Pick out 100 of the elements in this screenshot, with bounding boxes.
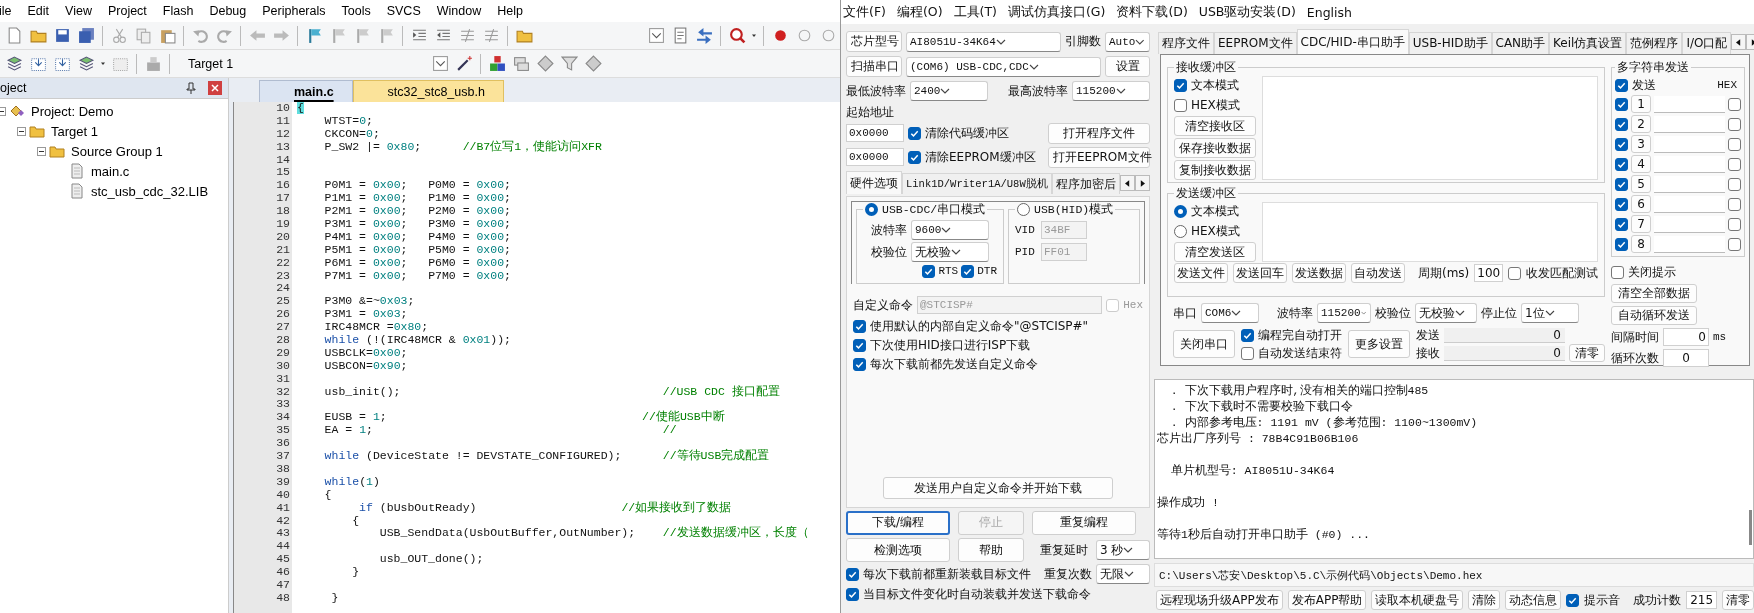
footer-button[interactable]: 发布APP帮助 (1287, 590, 1367, 610)
collapse-toggle[interactable] (37, 146, 46, 156)
baud-dropdown[interactable]: 115200 (1072, 81, 1150, 101)
pin-count-dropdown[interactable]: Auto (1105, 31, 1150, 52)
funnel-icon[interactable] (560, 55, 578, 72)
menu-item[interactable]: Tools (333, 4, 379, 18)
text-field[interactable] (1654, 155, 1725, 173)
text-field[interactable] (1654, 215, 1725, 233)
send-number-button[interactable]: 5 (1631, 175, 1651, 193)
build-icon[interactable] (29, 55, 47, 72)
checkbox[interactable] (1728, 117, 1741, 131)
menu-item[interactable]: SVCS (378, 4, 429, 18)
checkbox[interactable] (961, 264, 975, 278)
text-field[interactable] (1654, 175, 1725, 193)
windows-icon[interactable] (512, 55, 530, 72)
text-field[interactable] (1654, 195, 1725, 213)
tab[interactable]: CAN助手 (1491, 32, 1550, 54)
chip-model-button[interactable]: 芯片型号 (846, 31, 902, 52)
close-port-button[interactable]: 关闭串口 (1173, 330, 1235, 358)
text-field[interactable] (1654, 235, 1725, 253)
radio-button[interactable] (1174, 224, 1187, 238)
loop-count-field[interactable]: 0 (1663, 349, 1709, 367)
repeat-count-dropdown[interactable]: 无限 (1096, 564, 1150, 584)
checkbox[interactable] (1615, 78, 1628, 92)
checkbox[interactable] (1615, 177, 1628, 191)
menu-item[interactable]: Peripherals (254, 4, 334, 18)
open-file-button[interactable]: 打开程序文件 (1048, 122, 1150, 144)
send-number-button[interactable]: 2 (1631, 115, 1651, 133)
diamond-icon[interactable] (536, 55, 554, 72)
checkbox[interactable] (853, 357, 866, 371)
open-file-button[interactable]: 打开EEPROM文件 (1048, 146, 1150, 168)
tab[interactable]: 硬件选项 (846, 171, 902, 194)
send-number-button[interactable]: 6 (1631, 195, 1651, 213)
settings-button[interactable]: 设置 (1105, 56, 1150, 77)
checkbox[interactable] (846, 567, 859, 581)
pin-icon[interactable] (186, 82, 196, 94)
checkbox[interactable] (1728, 237, 1741, 251)
more-settings-button[interactable]: 更多设置 (1348, 330, 1410, 358)
arrows-icon[interactable] (695, 27, 713, 44)
receive-button[interactable]: 保存接收数据 (1174, 138, 1256, 158)
menu-item[interactable]: 调试仿真接口(G) (1007, 3, 1106, 21)
checkbox[interactable] (1728, 217, 1741, 231)
menu-item[interactable]: 工具(T) (953, 3, 997, 21)
tree-item[interactable]: main.c (91, 163, 130, 179)
send-command-button[interactable]: 发送用户自定义命令并开始下载 (883, 477, 1113, 499)
menu-item[interactable]: Debug (201, 4, 255, 18)
tree-item[interactable]: stc_usb_cdc_32.LIB (91, 183, 209, 199)
menu-item[interactable]: English (1306, 4, 1352, 20)
checkbox[interactable] (1728, 137, 1741, 151)
action-button[interactable]: 帮助 (958, 538, 1024, 562)
checkbox[interactable] (1615, 197, 1628, 211)
diamond-icon[interactable] (584, 55, 602, 72)
baud-dropdown[interactable]: 9600 (911, 220, 989, 240)
comment-lines-icon[interactable] (458, 27, 476, 44)
menu-item[interactable]: 资料下载(D) (1116, 3, 1188, 21)
save-all-icon[interactable] (77, 27, 95, 44)
tab[interactable]: Link1D/Writer1A/U8W脱机 (902, 173, 1052, 194)
checkbox[interactable] (908, 126, 921, 140)
address-field[interactable]: 0x0000 (846, 124, 904, 142)
send-button[interactable]: 发送数据 (1292, 263, 1346, 283)
clipboard-icon[interactable] (158, 27, 176, 44)
footer-button[interactable]: 读取本机硬盘号 (1371, 590, 1464, 610)
checkbox[interactable] (1615, 117, 1628, 131)
magic-wand-icon[interactable] (455, 55, 473, 72)
target-name[interactable]: Target 1 (174, 56, 428, 71)
checkbox[interactable] (1241, 346, 1254, 360)
checkbox[interactable] (922, 264, 936, 278)
menu-item[interactable]: Help (489, 4, 531, 18)
checkbox[interactable] (846, 587, 859, 601)
footer-button[interactable]: 清除 (1468, 590, 1501, 610)
layers-icon[interactable] (5, 55, 23, 72)
clear-send-button[interactable]: 清空发送区 (1174, 242, 1256, 262)
checkbox[interactable] (1728, 177, 1741, 191)
send-number-button[interactable]: 8 (1631, 235, 1651, 253)
multi-send-button[interactable]: 自动循环发送 (1611, 306, 1697, 325)
port-dropdown[interactable]: (COM6) USB-CDC,CDC (906, 56, 1101, 77)
dropdown-icon[interactable] (431, 55, 449, 72)
parity-dropdown[interactable]: 无校验 (911, 242, 989, 262)
period-field[interactable]: 100 (1474, 264, 1504, 282)
checkbox[interactable] (1615, 237, 1628, 251)
menu-item[interactable]: Window (428, 4, 490, 18)
send-button[interactable]: 自动发送 (1351, 263, 1405, 283)
blocks-icon[interactable] (488, 55, 506, 72)
baud-dropdown[interactable]: 2400 (910, 81, 988, 101)
radio-button[interactable] (1017, 203, 1030, 216)
checkbox[interactable] (853, 338, 866, 352)
footer-button[interactable]: 远程现场升级APP发布 (1156, 590, 1283, 610)
clear-button[interactable]: 清零 (1569, 344, 1605, 362)
menu-item[interactable]: ile (0, 4, 20, 18)
checkbox[interactable] (1611, 266, 1624, 279)
scroll-right-button[interactable] (1135, 175, 1150, 191)
checkbox[interactable] (1241, 328, 1254, 342)
action-button[interactable]: 检测选项 (846, 538, 950, 562)
collapse-toggle[interactable] (17, 126, 26, 136)
text-field[interactable] (1654, 135, 1725, 153)
scan-port-button[interactable]: 扫描串口 (846, 56, 902, 77)
save-icon[interactable] (53, 27, 71, 44)
tree-item[interactable]: Source Group 1 (71, 143, 163, 159)
checkbox[interactable] (1615, 157, 1628, 171)
stop-bits-dropdown[interactable]: 1位 (1521, 303, 1579, 323)
